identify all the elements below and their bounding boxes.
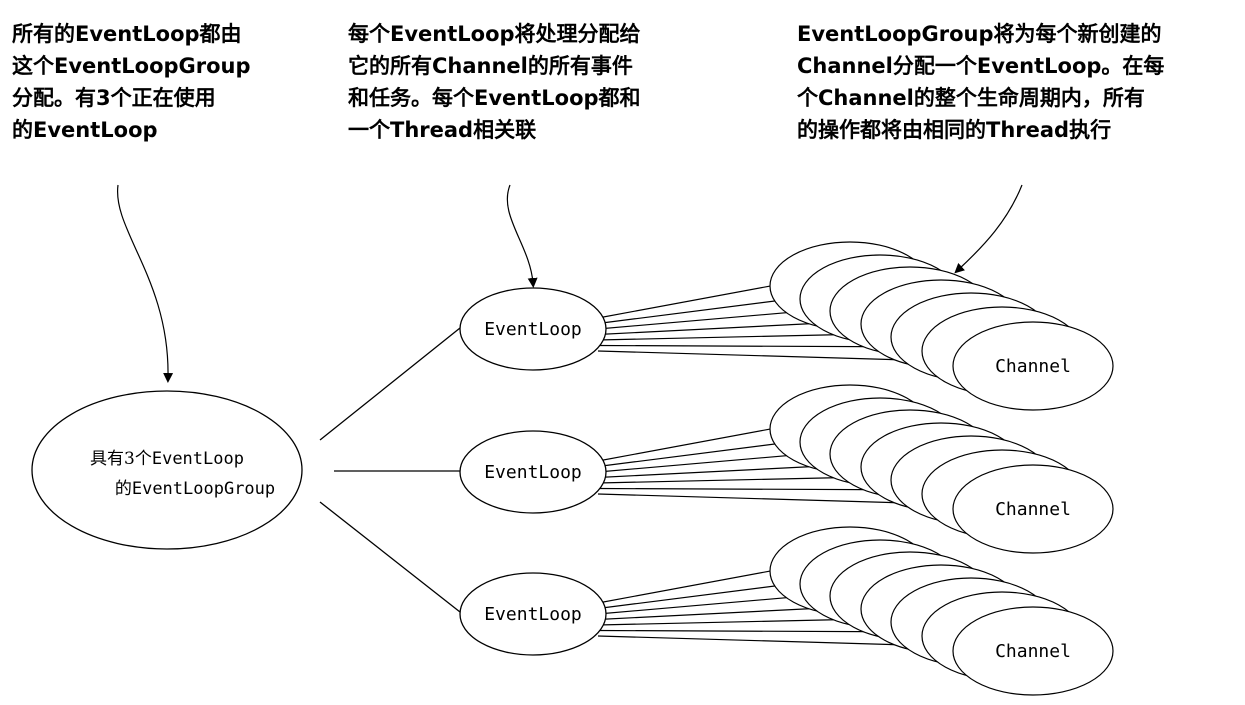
arrow-to-event-loop [506, 184, 538, 288]
arrow-to-group [117, 184, 174, 383]
event-loop-label: EventLoop [484, 462, 582, 483]
channel-connector [597, 566, 793, 604]
channel-label: Channel [995, 641, 1071, 662]
group-node-line-2: 的EventLoopGroup [115, 479, 275, 499]
connector-group-loop-3 [319, 501, 461, 613]
event-loop-cluster-1: Channel EventLoop [459, 241, 1114, 411]
channel-connector [597, 281, 793, 319]
event-loop-label: EventLoop [484, 604, 582, 625]
channel-label: Channel [995, 356, 1071, 377]
connector-group-loop-1 [319, 327, 461, 441]
event-loop-cluster-2: Channel EventLoop [459, 384, 1114, 554]
event-loop-diagram: 具有3个EventLoop 的EventLoopGroup Channel Eve… [31, 184, 1114, 696]
arrow-to-channels [954, 184, 1023, 274]
channel-label: Channel [995, 499, 1071, 520]
event-loop-label: EventLoop [484, 319, 582, 340]
event-loop-group-node: 具有3个EventLoop 的EventLoopGroup [31, 390, 303, 550]
group-node-line-1: 具有3个EventLoop [90, 449, 244, 469]
channel-connector [597, 424, 793, 462]
